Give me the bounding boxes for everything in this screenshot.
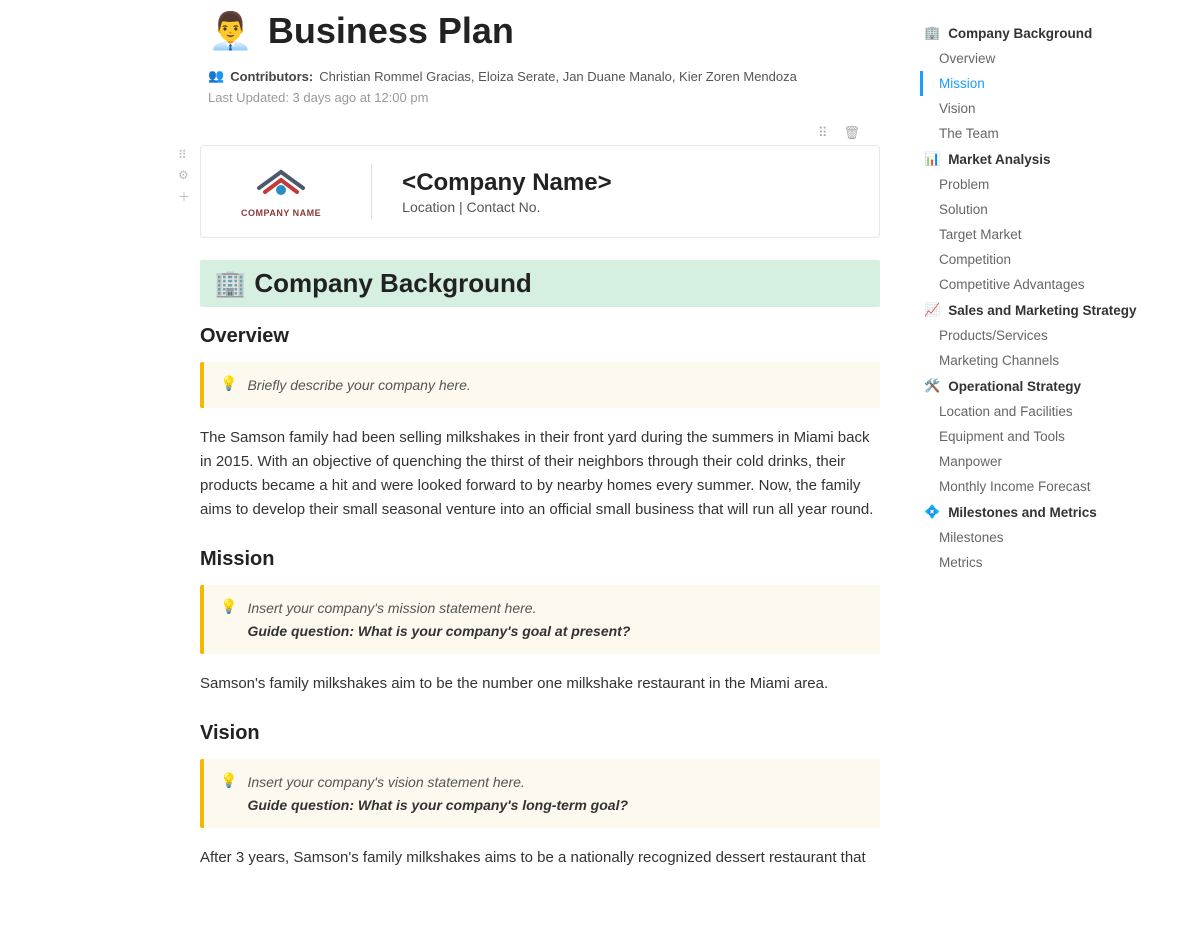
- toc-section-label: Company Background: [948, 26, 1092, 41]
- diamond-icon: 💠: [924, 504, 940, 520]
- trash-icon[interactable]: 🗑: [843, 125, 860, 141]
- toc-item-competitive-advantages[interactable]: Competitive Advantages: [920, 272, 1180, 297]
- vision-callout-text: Insert your company's vision statement h…: [247, 771, 628, 816]
- house-logo-icon: [251, 166, 311, 204]
- table-of-contents: 🏢 Company Background Overview Mission Vi…: [920, 0, 1200, 926]
- toc-section-label: Sales and Marketing Strategy: [948, 303, 1136, 318]
- main-content: 👨‍💼 Business Plan 👥 Contributors: Christ…: [0, 0, 920, 926]
- company-location-line: Location | Contact No.: [402, 199, 611, 215]
- drag-dots-icon[interactable]: ⠿: [178, 148, 190, 162]
- building-icon: 🏢: [924, 25, 940, 41]
- section-heading-text: Company Background: [254, 268, 531, 298]
- company-logo: COMPANY NAME: [221, 166, 341, 218]
- toc-item-solution[interactable]: Solution: [920, 197, 1180, 222]
- mission-callout[interactable]: 💡 Insert your company's mission statemen…: [200, 585, 880, 654]
- people-icon: 👥: [208, 68, 224, 84]
- toc-section-label: Market Analysis: [948, 152, 1050, 167]
- mission-callout-guide: Guide question: What is your company's g…: [247, 620, 630, 642]
- toc-section-label: Milestones and Metrics: [948, 505, 1097, 520]
- contributors-names: Christian Rommel Gracias, Eloiza Serate,…: [319, 69, 797, 84]
- toc-item-problem[interactable]: Problem: [920, 172, 1180, 197]
- toc-item-target-market[interactable]: Target Market: [920, 222, 1180, 247]
- toc-item-manpower[interactable]: Manpower: [920, 449, 1180, 474]
- bulb-icon: 💡: [220, 598, 237, 615]
- toc-item-marketing-channels[interactable]: Marketing Channels: [920, 348, 1180, 373]
- contributors-row: 👥 Contributors: Christian Rommel Gracias…: [208, 68, 880, 84]
- bulb-icon: 💡: [220, 375, 237, 392]
- settings-icon[interactable]: ⚙: [178, 168, 190, 182]
- block-gutter: ⠿ ⚙ ＋: [178, 148, 190, 205]
- toc-item-overview[interactable]: Overview: [920, 46, 1180, 71]
- toc-item-monthly-income-forecast[interactable]: Monthly Income Forecast: [920, 474, 1180, 499]
- mission-callout-text: Insert your company's mission statement …: [247, 597, 630, 642]
- last-updated: Last Updated: 3 days ago at 12:00 pm: [208, 90, 880, 105]
- toc-section-sales-marketing[interactable]: 📈 Sales and Marketing Strategy: [920, 297, 1180, 323]
- toc-item-competition[interactable]: Competition: [920, 247, 1180, 272]
- tools-icon: 🛠️: [924, 378, 940, 394]
- mission-heading: Mission: [200, 548, 880, 571]
- title-row: 👨‍💼 Business Plan: [208, 10, 880, 52]
- overview-body[interactable]: The Samson family had been selling milks…: [200, 426, 880, 522]
- toc-item-location-facilities[interactable]: Location and Facilities: [920, 399, 1180, 424]
- overview-callout[interactable]: 💡 Briefly describe your company here.: [200, 362, 880, 408]
- add-block-icon[interactable]: ＋: [178, 188, 190, 205]
- vision-callout-line1: Insert your company's vision statement h…: [247, 774, 524, 790]
- bulb-icon: 💡: [220, 772, 237, 789]
- section-heading-company-background: 🏢 Company Background: [200, 260, 880, 307]
- mission-body[interactable]: Samson's family milkshakes aim to be the…: [200, 672, 880, 696]
- toc-item-products-services[interactable]: Products/Services: [920, 323, 1180, 348]
- drag-handle-icon[interactable]: ⠿: [818, 125, 828, 141]
- toc-section-operational-strategy[interactable]: 🛠️ Operational Strategy: [920, 373, 1180, 399]
- company-card[interactable]: COMPANY NAME <Company Name> Location | C…: [200, 145, 880, 238]
- chart-icon: 📊: [924, 151, 940, 167]
- building-icon: 🏢: [214, 268, 246, 298]
- page-title: Business Plan: [268, 10, 514, 52]
- toc-item-metrics[interactable]: Metrics: [920, 550, 1180, 575]
- vision-callout-guide: Guide question: What is your company's l…: [247, 794, 628, 816]
- toc-item-mission[interactable]: Mission: [920, 71, 1180, 96]
- vision-callout[interactable]: 💡 Insert your company's vision statement…: [200, 759, 880, 828]
- toc-item-the-team[interactable]: The Team: [920, 121, 1180, 146]
- vision-heading: Vision: [200, 722, 880, 745]
- toc-item-vision[interactable]: Vision: [920, 96, 1180, 121]
- page-emoji: 👨‍💼: [208, 10, 253, 52]
- vertical-divider: [371, 164, 372, 219]
- company-info: <Company Name> Location | Contact No.: [402, 169, 611, 215]
- overview-callout-text: Briefly describe your company here.: [247, 374, 470, 396]
- toc-section-company-background[interactable]: 🏢 Company Background: [920, 20, 1180, 46]
- toc-section-milestones-metrics[interactable]: 💠 Milestones and Metrics: [920, 499, 1180, 525]
- mission-callout-line1: Insert your company's mission statement …: [247, 600, 536, 616]
- company-name-placeholder: <Company Name>: [402, 169, 611, 197]
- chart-up-icon: 📈: [924, 302, 940, 318]
- logo-text: COMPANY NAME: [241, 208, 321, 218]
- overview-heading: Overview: [200, 325, 880, 348]
- contributors-label: Contributors:: [230, 69, 313, 84]
- block-toolbar: ⠿ 🗑: [200, 125, 880, 141]
- toc-section-market-analysis[interactable]: 📊 Market Analysis: [920, 146, 1180, 172]
- vision-body[interactable]: After 3 years, Samson's family milkshake…: [200, 846, 880, 870]
- toc-item-equipment-tools[interactable]: Equipment and Tools: [920, 424, 1180, 449]
- toc-item-milestones[interactable]: Milestones: [920, 525, 1180, 550]
- toc-section-label: Operational Strategy: [948, 379, 1081, 394]
